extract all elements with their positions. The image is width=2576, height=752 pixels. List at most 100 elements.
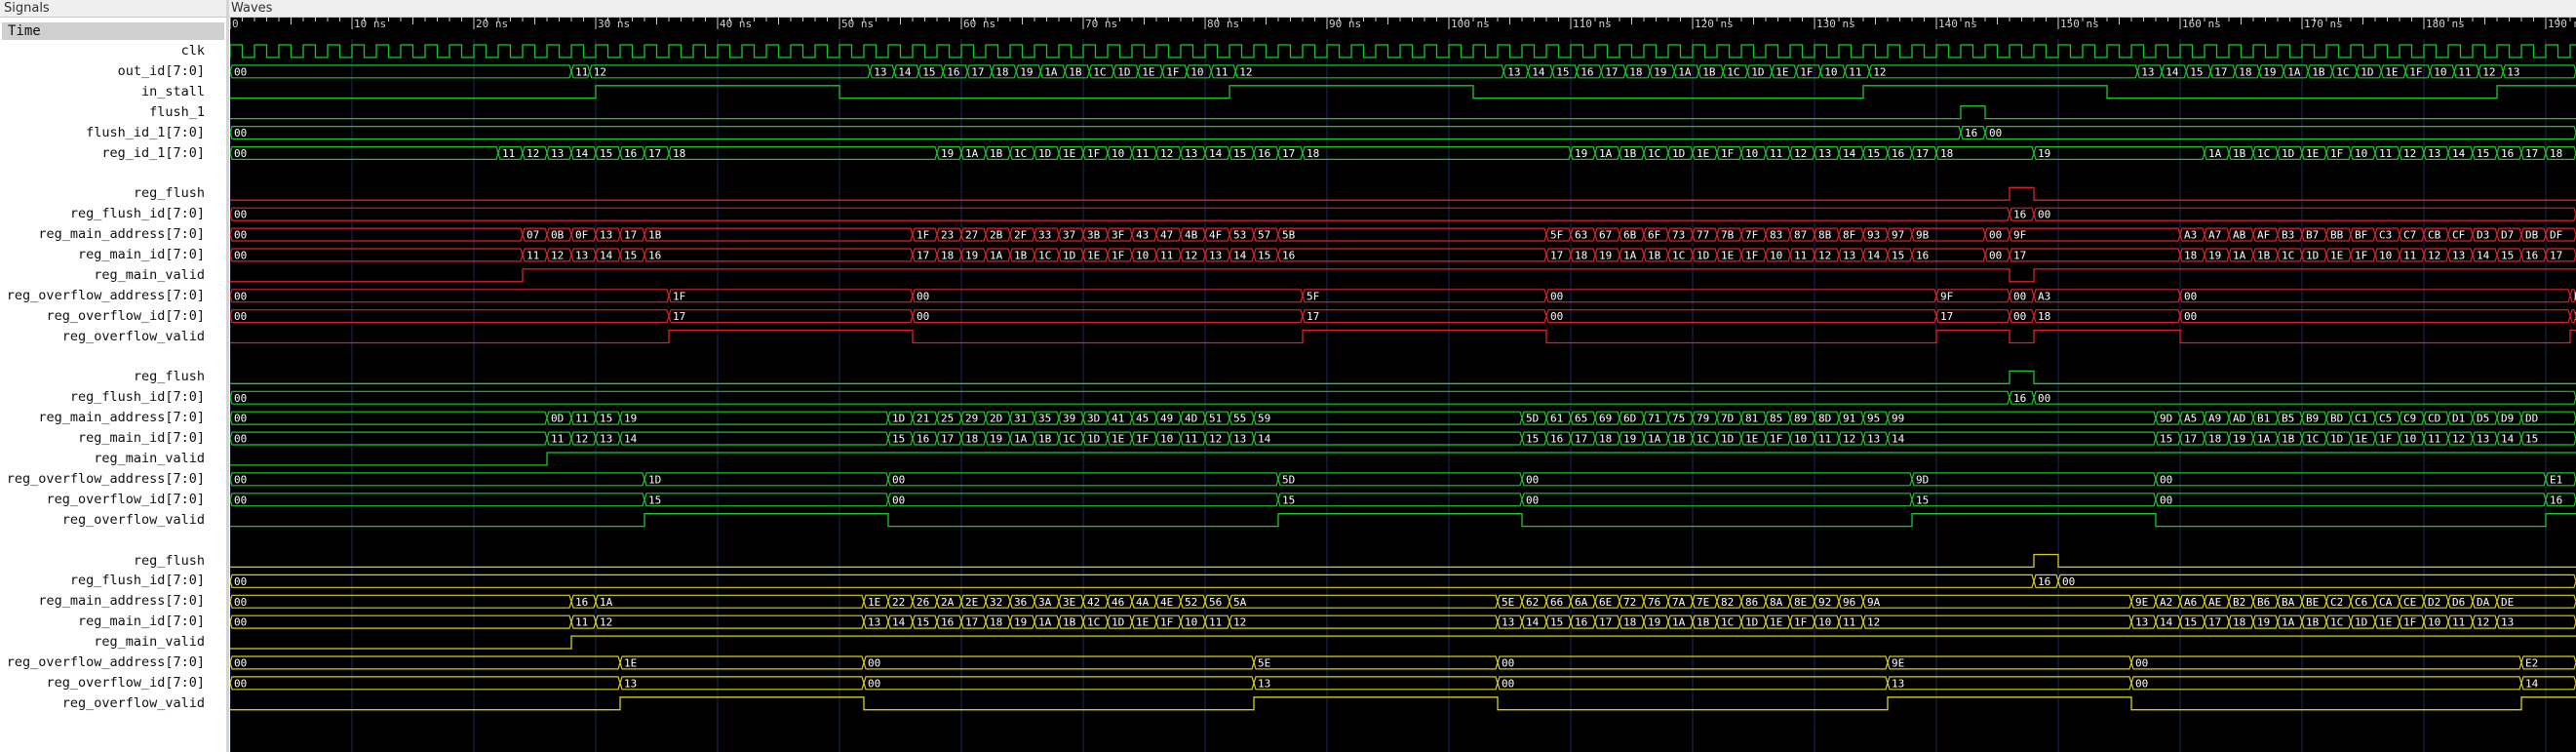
bus-value: 16 [941,616,954,629]
time-tick-label: 70 ns [1085,18,1117,30]
time-tick-label: 130 ns [1816,18,1855,30]
signal-name[interactable]: reg_id_1[7:0] [2,143,222,164]
bus-value: 00 [234,310,247,323]
signal-name[interactable]: reg_overflow_valid [2,327,222,347]
time-row-label[interactable]: Time [2,22,224,40]
bus-value: 14 [575,147,589,160]
bus-value: 11 [575,616,588,629]
signal-name[interactable]: reg_main_address[7:0] [2,224,222,245]
signal-name[interactable]: in_stall [2,82,222,102]
bus-value: 1D [1697,249,1709,261]
signal-name[interactable]: reg_main_valid [2,265,222,286]
bus-value: 17 [941,433,954,446]
bus-value: 12 [1794,147,1807,160]
bus-value: 67 [1599,229,1612,242]
waveform-canvas: 0 10 ns 20 ns 30 ns 40 ns 50 ns 60 ns 70 ns 80 n… [230,18,2576,752]
bus-value: 00 [1550,310,1563,323]
bus-value: C5 [2379,413,2392,425]
bus-value: 15 [1550,616,1563,629]
bit-waveform [230,452,2576,466]
signal-name[interactable]: reg_main_address[7:0] [2,408,222,428]
signal-name[interactable]: reg_flush_id[7:0] [2,571,222,591]
bus-value: 1D [1112,616,1124,629]
bus-value: 47 [1160,229,1173,242]
signal-name[interactable]: reg_overflow_id[7:0] [2,673,222,693]
bus-value: 1A [965,147,979,160]
bus-value: 10 [2428,616,2440,629]
signal-name[interactable]: reg_overflow_address[7:0] [2,286,222,306]
bus-value: 13 [600,229,612,242]
signal-name[interactable]: reg_overflow_valid [2,510,222,531]
signal-name[interactable]: reg_main_id[7:0] [2,428,222,449]
bit-waveform [230,186,2576,201]
bus-segment [2033,309,2181,324]
bus-value: 95 [1867,413,1880,425]
bus-segment [1253,655,1499,670]
bus-value: 12 [2403,147,2416,160]
bus-value: 96 [1843,596,1855,609]
pane-splitter[interactable] [226,0,229,752]
bus-value: 1E [2330,249,2343,261]
bus-value: 18 [990,616,1002,629]
bus-value: 00 [234,65,247,78]
bus-value: 1A [1672,616,1686,629]
bus-value: 1E [1136,616,1149,629]
signal-name[interactable]: reg_overflow_id[7:0] [2,306,222,327]
bus-value: 15 [2501,249,2514,261]
bus-value: 1A [990,249,1003,261]
bus-value: DF [2550,229,2562,242]
signal-name[interactable]: clk [2,41,222,61]
bus-segment [230,248,524,262]
bus-value: 1C [2336,65,2349,78]
bus-value: B7 [2306,229,2319,242]
signal-name[interactable]: reg_main_valid [2,632,222,653]
signal-name[interactable]: reg_flush [2,367,222,387]
bus-segment [1521,472,1913,487]
bus-value: 00 [2013,310,2026,323]
bus-value: 1E [1721,249,1734,261]
signal-name[interactable]: reg_flush_id[7:0] [2,204,222,224]
bus-value: 10 [2355,147,2367,160]
bus-value: 18 [2184,249,2197,261]
bus-value: 13 [551,147,564,160]
bus-value: 66 [1550,596,1563,609]
bus-value: 89 [1794,413,1807,425]
signal-name[interactable]: reg_overflow_address[7:0] [2,653,222,673]
bus-value: 5F [1307,290,1319,302]
bus-value: 1E [1142,65,1154,78]
signal-name[interactable]: reg_flush [2,551,222,572]
signal-name[interactable]: reg_main_valid [2,449,222,469]
bus-value: 15 [2160,433,2172,446]
signal-name[interactable]: reg_main_id[7:0] [2,245,222,265]
signal-name[interactable]: flush_id_1[7:0] [2,123,222,143]
signal-name[interactable]: reg_main_id[7:0] [2,612,222,632]
bus-value: 00 [892,494,905,506]
bus-value: 5E [1258,656,1270,669]
signal-name[interactable]: reg_overflow_address[7:0] [2,469,222,490]
bus-value: 17 [965,616,978,629]
bus-value: 15 [1892,249,1904,261]
signal-name[interactable]: out_id[7:0] [2,61,222,82]
signal-name[interactable]: reg_overflow_valid [2,693,222,714]
signal-name[interactable]: flush_1 [2,102,222,123]
signal-name[interactable]: reg_flush_id[7:0] [2,387,222,408]
bus-value: 10 [1818,616,1831,629]
bit-waveform [230,553,2576,569]
bus-value: 17 [971,65,984,78]
bus-value: 15 [1556,65,1569,78]
bus-value: AD [2233,413,2245,425]
bus-value: D9 [2501,413,2514,425]
bus-value: 4F [1209,229,1222,242]
bus-segment [1277,493,1523,507]
signal-list[interactable]: Time clk out_id[7:0] in_stall flush_1 flush_… [0,18,227,752]
bus-value: 11 [1209,616,1222,629]
bus-value: 12 [575,433,588,446]
bus-value: 10 [1794,433,1807,446]
bus-value: 12 [1843,433,1855,446]
bus-value: C7 [2403,229,2416,242]
signal-name[interactable]: reg_main_address[7:0] [2,591,222,612]
signal-name[interactable]: reg_flush [2,183,222,204]
waveform-view[interactable]: 0 10 ns 20 ns 30 ns 40 ns 50 ns 60 ns 70 ns 80 n… [230,18,2576,752]
signal-name[interactable]: reg_overflow_id[7:0] [2,490,222,510]
bus-value: BA [2282,596,2295,609]
